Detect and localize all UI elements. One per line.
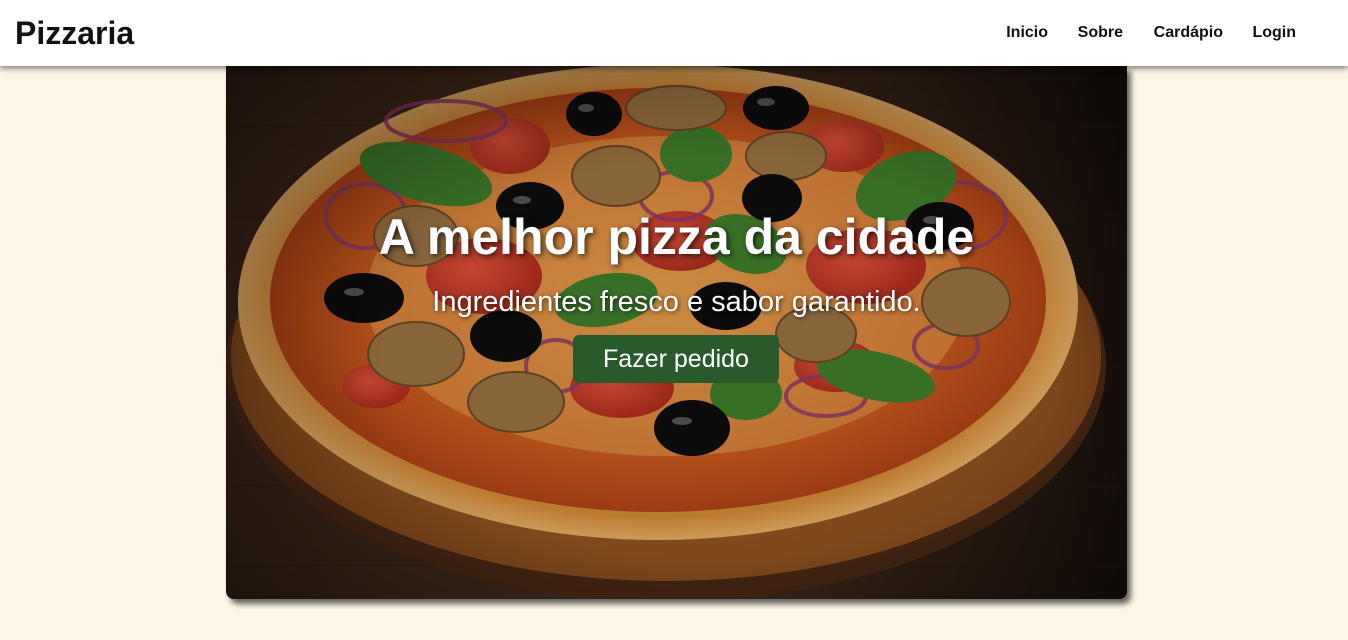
nav-link-login[interactable]: Login <box>1252 22 1296 44</box>
hero-subtitle: Ingredientes fresco e sabor garantido. <box>432 286 921 318</box>
nav-link-sobre[interactable]: Sobre <box>1078 22 1123 44</box>
nav-link-cardapio[interactable]: Cardápio <box>1154 22 1223 44</box>
order-button[interactable]: Fazer pedido <box>573 335 779 383</box>
hero-title: A melhor pizza da cidade <box>378 209 975 265</box>
hero-banner: A melhor pizza da cidade Ingredientes fr… <box>226 66 1127 599</box>
site-header: Pizzaria Inicio Sobre Cardápio Login <box>0 0 1348 66</box>
pizza-photo <box>226 66 1127 599</box>
nav-link-inicio[interactable]: Inicio <box>1006 22 1048 44</box>
brand-logo[interactable]: Pizzaria <box>15 13 134 53</box>
